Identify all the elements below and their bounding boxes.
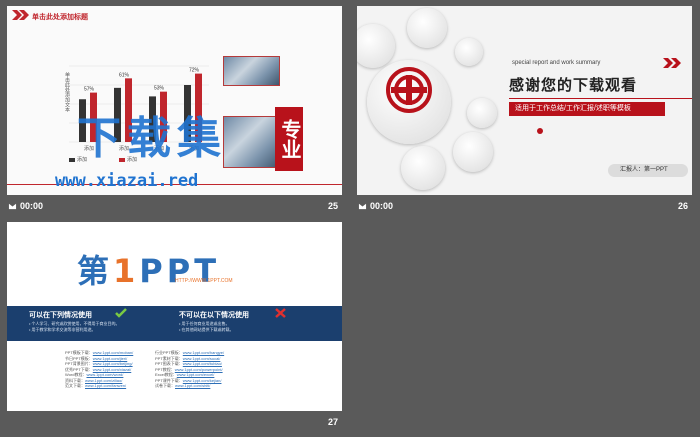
link-label: PPT课件下载： — [155, 377, 183, 383]
forbidden-title: 不可以在以下情况使用 — [179, 312, 249, 319]
link-label: 行业PPT模板： — [155, 350, 183, 355]
star-icon — [8, 203, 17, 210]
link-url[interactable]: www.1ppt.com/tubiao/ — [183, 361, 222, 366]
slide-timing: 00:00 — [358, 201, 393, 211]
thanks-title: 感谢您的下载观看 — [509, 77, 638, 94]
data-label: 72% — [189, 68, 200, 74]
link-label: 范文下载： — [65, 383, 85, 388]
data-label: 53% — [154, 86, 165, 92]
slide-number: 26 — [678, 201, 689, 211]
link-row[interactable]: 范文下载：www.1ppt.com/fanwen/ — [65, 383, 133, 389]
union-logo-icon — [386, 67, 432, 113]
slide-thumbnail-25[interactable]: 单击此处添加标题 单击此处添加文本 57% 添加 61% 添加 53% 添加 72% 添加 添… — [7, 6, 342, 195]
link-url[interactable]: www.1ppt.com/fanwen/ — [85, 383, 126, 388]
link-url[interactable]: www.1ppt.com/excel/ — [177, 372, 215, 377]
data-label: 61% — [119, 72, 130, 78]
link-url[interactable]: www.1ppt.com/beijing/ — [93, 361, 133, 366]
english-subtitle: special report and work summary — [512, 60, 601, 66]
decor-circle — [407, 8, 447, 48]
link-label: 试卷下载： — [155, 383, 175, 388]
decor-circle — [455, 38, 483, 66]
link-label: PPT背景图片： — [65, 361, 93, 366]
link-url[interactable]: www.1ppt.com/shiti/ — [175, 383, 210, 388]
divider — [509, 98, 692, 99]
brand-url: HTTP://WWW.1PPT.COM — [175, 278, 233, 284]
star-icon — [358, 203, 367, 210]
slide-number: 25 — [328, 201, 339, 211]
link-label: Excel教程： — [155, 372, 177, 377]
slide-thumbnail-27[interactable]: 第1PPT HTTP://WWW.1PPT.COM 可以在下列情况使用 • 个人… — [7, 222, 342, 411]
data-label: 57% — [84, 87, 95, 93]
decor-circle — [401, 146, 445, 190]
chevron-right-icon — [663, 58, 681, 68]
link-url[interactable]: www.1ppt.com/hangye/ — [183, 350, 224, 355]
tagline-banner: 适用于工作总结/工作汇报/述职等模板 — [509, 102, 665, 116]
decor-circle — [453, 132, 493, 172]
link-url[interactable]: www.1ppt.com/xiazai/ — [93, 367, 131, 372]
link-label: PPT图表下载： — [155, 361, 183, 366]
link-list-left: PPT模板下载：www.1ppt.com/moban/节日PPT模板：www.1… — [65, 350, 133, 389]
link-label: PPT素材下载： — [155, 355, 183, 361]
link-url[interactable]: www.1ppt.com/kejian/ — [183, 378, 222, 383]
forbidden-line: • 在其他网站提供下载或转载。 — [179, 327, 234, 332]
link-url[interactable]: www.1ppt.com/ziliao/ — [85, 378, 122, 383]
link-label: 节日PPT模板： — [65, 355, 93, 361]
watermark-text: 下载集 — [77, 114, 227, 163]
decor-dot — [537, 128, 543, 134]
slide-number: 27 — [328, 417, 339, 427]
link-label: PPT教程： — [155, 366, 175, 372]
watermark-url: www.xiazai.red — [55, 171, 199, 191]
watermark-seal: 专业 — [275, 107, 303, 171]
link-label: Word教程： — [65, 372, 87, 377]
check-icon — [115, 308, 127, 318]
photo-meeting — [223, 116, 280, 168]
link-label: 优秀PPT下载： — [65, 366, 93, 372]
chevron-right-icon — [12, 10, 29, 20]
link-row[interactable]: 试卷下载：www.1ppt.com/shiti/ — [155, 383, 224, 389]
brand-logo: 第1PPT — [77, 252, 221, 290]
link-label: PPT模板下载： — [65, 350, 93, 355]
link-label: 资料下载： — [65, 377, 85, 383]
photo-team — [223, 56, 280, 86]
link-list-right: 行业PPT模板：www.1ppt.com/hangye/PPT素材下载：www.… — [155, 350, 224, 389]
link-url[interactable]: www.1ppt.com/powerpoint/ — [175, 367, 223, 372]
slide-thumbnail-26[interactable]: special report and work summary 感谢您的下载观看… — [357, 6, 692, 195]
cross-icon — [275, 308, 286, 318]
decor-circle — [467, 98, 497, 128]
allowed-title: 可以在下列情况使用 — [29, 312, 92, 319]
slide-title: 单击此处添加标题 — [32, 14, 88, 21]
reporter-label: 汇报人：第一PPT — [608, 164, 688, 177]
link-url[interactable]: www.1ppt.com/moban/ — [93, 350, 133, 355]
slide-timing: 00:00 — [8, 201, 43, 211]
link-url[interactable]: www.1ppt.com/jieri/ — [93, 356, 127, 361]
link-url[interactable]: www.1ppt.com/sucai/ — [183, 356, 221, 361]
allowed-line: • 用于教学和学术交流等非营利用途。 — [29, 327, 96, 332]
link-url[interactable]: www.1ppt.com/word/ — [86, 372, 123, 377]
decor-circle — [357, 24, 395, 68]
